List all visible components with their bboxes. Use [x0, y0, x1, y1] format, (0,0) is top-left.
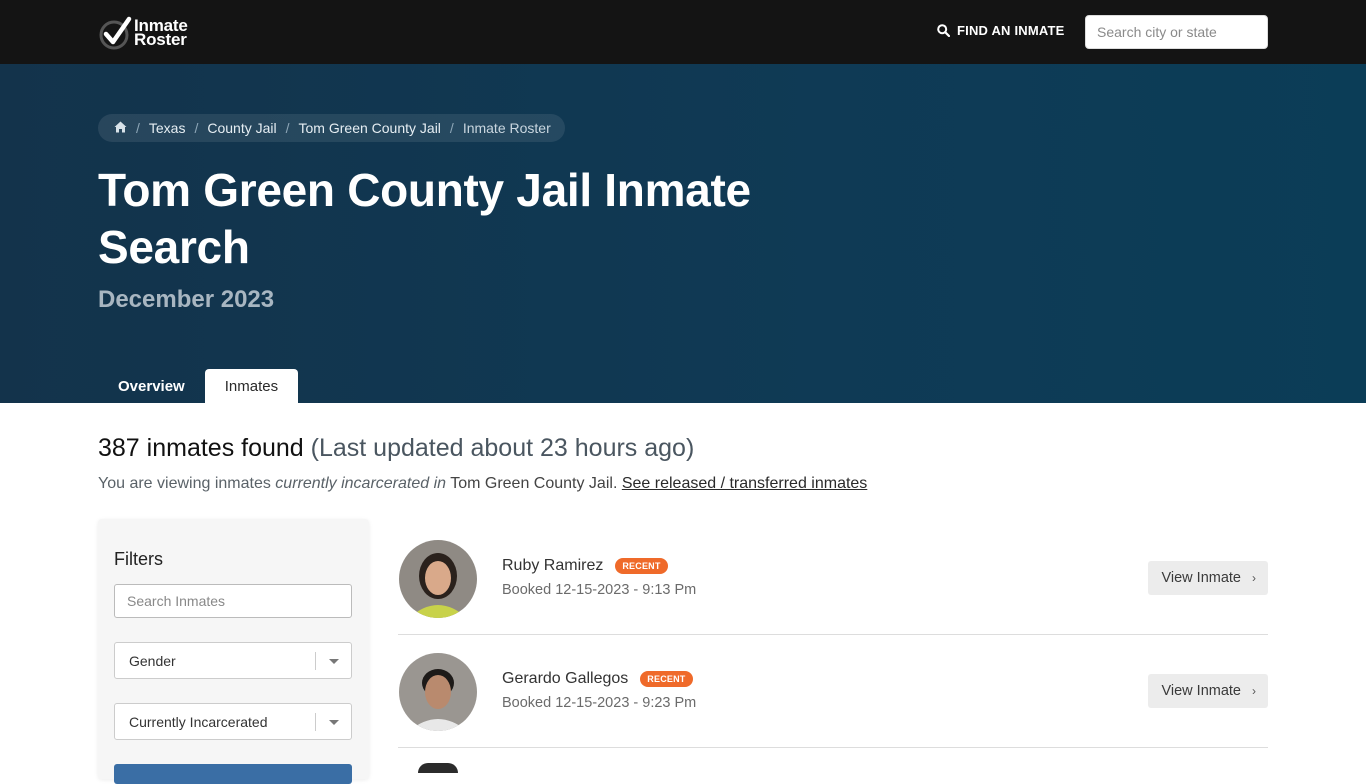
tab-overview[interactable]: Overview	[98, 369, 205, 403]
inmate-row: Gerardo Gallegos RECENT Booked 12-15-202…	[398, 635, 1268, 748]
inmate-mugshot[interactable]	[418, 763, 458, 773]
inmate-row: Ruby Ramirez RECENT Booked 12-15-2023 - …	[398, 522, 1268, 635]
viewing-status-text: You are viewing inmates currently incarc…	[98, 475, 867, 493]
site-logo[interactable]: Inmate Roster	[98, 15, 188, 51]
logo-line-2: Roster	[134, 30, 187, 49]
breadcrumb-texas[interactable]: Texas	[149, 120, 186, 136]
logo-text: Inmate Roster	[134, 17, 188, 49]
tab-bar: Overview Inmates	[98, 369, 299, 403]
breadcrumb-county-jail[interactable]: County Jail	[207, 120, 276, 136]
inmate-name[interactable]: Gerardo Gallegos RECENT	[502, 670, 693, 688]
city-state-search-input[interactable]	[1085, 15, 1268, 49]
inmate-mugshot[interactable]	[399, 653, 477, 731]
find-an-inmate-label: FIND AN INMATE	[957, 23, 1065, 38]
booking-date: Booked 12-15-2023 - 9:13 Pm	[502, 582, 697, 598]
viewing-prefix: You are viewing inmates	[98, 475, 271, 492]
home-icon[interactable]	[114, 120, 127, 136]
filter-submit-button[interactable]	[114, 764, 352, 784]
find-an-inmate-link[interactable]: FIND AN INMATE	[937, 23, 1065, 38]
breadcrumb-separator: /	[285, 120, 290, 136]
inmate-count: 387 inmates found	[98, 434, 304, 462]
released-transferred-link[interactable]: See released / transferred inmates	[622, 475, 867, 492]
viewing-status-emphasis: currently incarcerated in	[275, 475, 447, 492]
chevron-right-icon: ›	[1252, 571, 1256, 585]
chevron-down-icon	[329, 720, 339, 725]
inmate-mugshot[interactable]	[399, 540, 477, 618]
select-divider	[315, 713, 316, 731]
view-inmate-button[interactable]: View Inmate ›	[1148, 561, 1268, 595]
gender-select-value: Gender	[129, 652, 176, 669]
chevron-down-icon	[329, 659, 339, 664]
gender-select[interactable]: Gender	[114, 642, 352, 679]
viewing-jail-name: Tom Green County Jail.	[450, 475, 618, 492]
search-inmates-input[interactable]	[114, 584, 352, 618]
inmate-count-heading: 387 inmates found (Last updated about 23…	[98, 434, 694, 463]
hero-banner: / Texas / County Jail / Tom Green County…	[0, 64, 1366, 403]
chevron-right-icon: ›	[1252, 684, 1256, 698]
page-title: Tom Green County Jail Inmate Search	[98, 164, 751, 273]
breadcrumb-tom-green-county-jail[interactable]: Tom Green County Jail	[299, 120, 441, 136]
booking-date: Booked 12-15-2023 - 9:23 Pm	[502, 695, 697, 711]
select-divider	[315, 652, 316, 670]
view-inmate-button[interactable]: View Inmate ›	[1148, 674, 1268, 708]
inmate-name-text: Gerardo Gallegos	[502, 670, 629, 687]
incarceration-status-select[interactable]: Currently Incarcerated	[114, 703, 352, 740]
breadcrumb-inmate-roster: Inmate Roster	[462, 120, 551, 136]
top-navbar: Inmate Roster FIND AN INMATE	[0, 0, 1366, 64]
last-updated-text: (Last updated about 23 hours ago)	[310, 434, 695, 462]
view-inmate-label: View Inmate	[1161, 570, 1241, 586]
breadcrumb-separator: /	[194, 120, 199, 136]
view-inmate-label: View Inmate	[1161, 683, 1241, 699]
recent-badge: RECENT	[615, 558, 668, 574]
tab-inmates[interactable]: Inmates	[204, 369, 299, 403]
search-icon	[937, 24, 950, 37]
breadcrumb-separator: /	[136, 120, 140, 136]
status-select-value: Currently Incarcerated	[129, 713, 268, 730]
inmate-name-text: Ruby Ramirez	[502, 557, 604, 574]
breadcrumb-separator: /	[449, 120, 454, 136]
breadcrumb: / Texas / County Jail / Tom Green County…	[98, 114, 565, 142]
recent-badge: RECENT	[640, 671, 693, 687]
filters-title: Filters	[114, 549, 163, 569]
checkmark-logo-icon	[98, 16, 132, 50]
page-subtitle: December 2023	[98, 286, 275, 313]
filters-panel: Filters Gender Currently Incarcerated	[98, 519, 369, 784]
inmate-name[interactable]: Ruby Ramirez RECENT	[502, 557, 668, 575]
